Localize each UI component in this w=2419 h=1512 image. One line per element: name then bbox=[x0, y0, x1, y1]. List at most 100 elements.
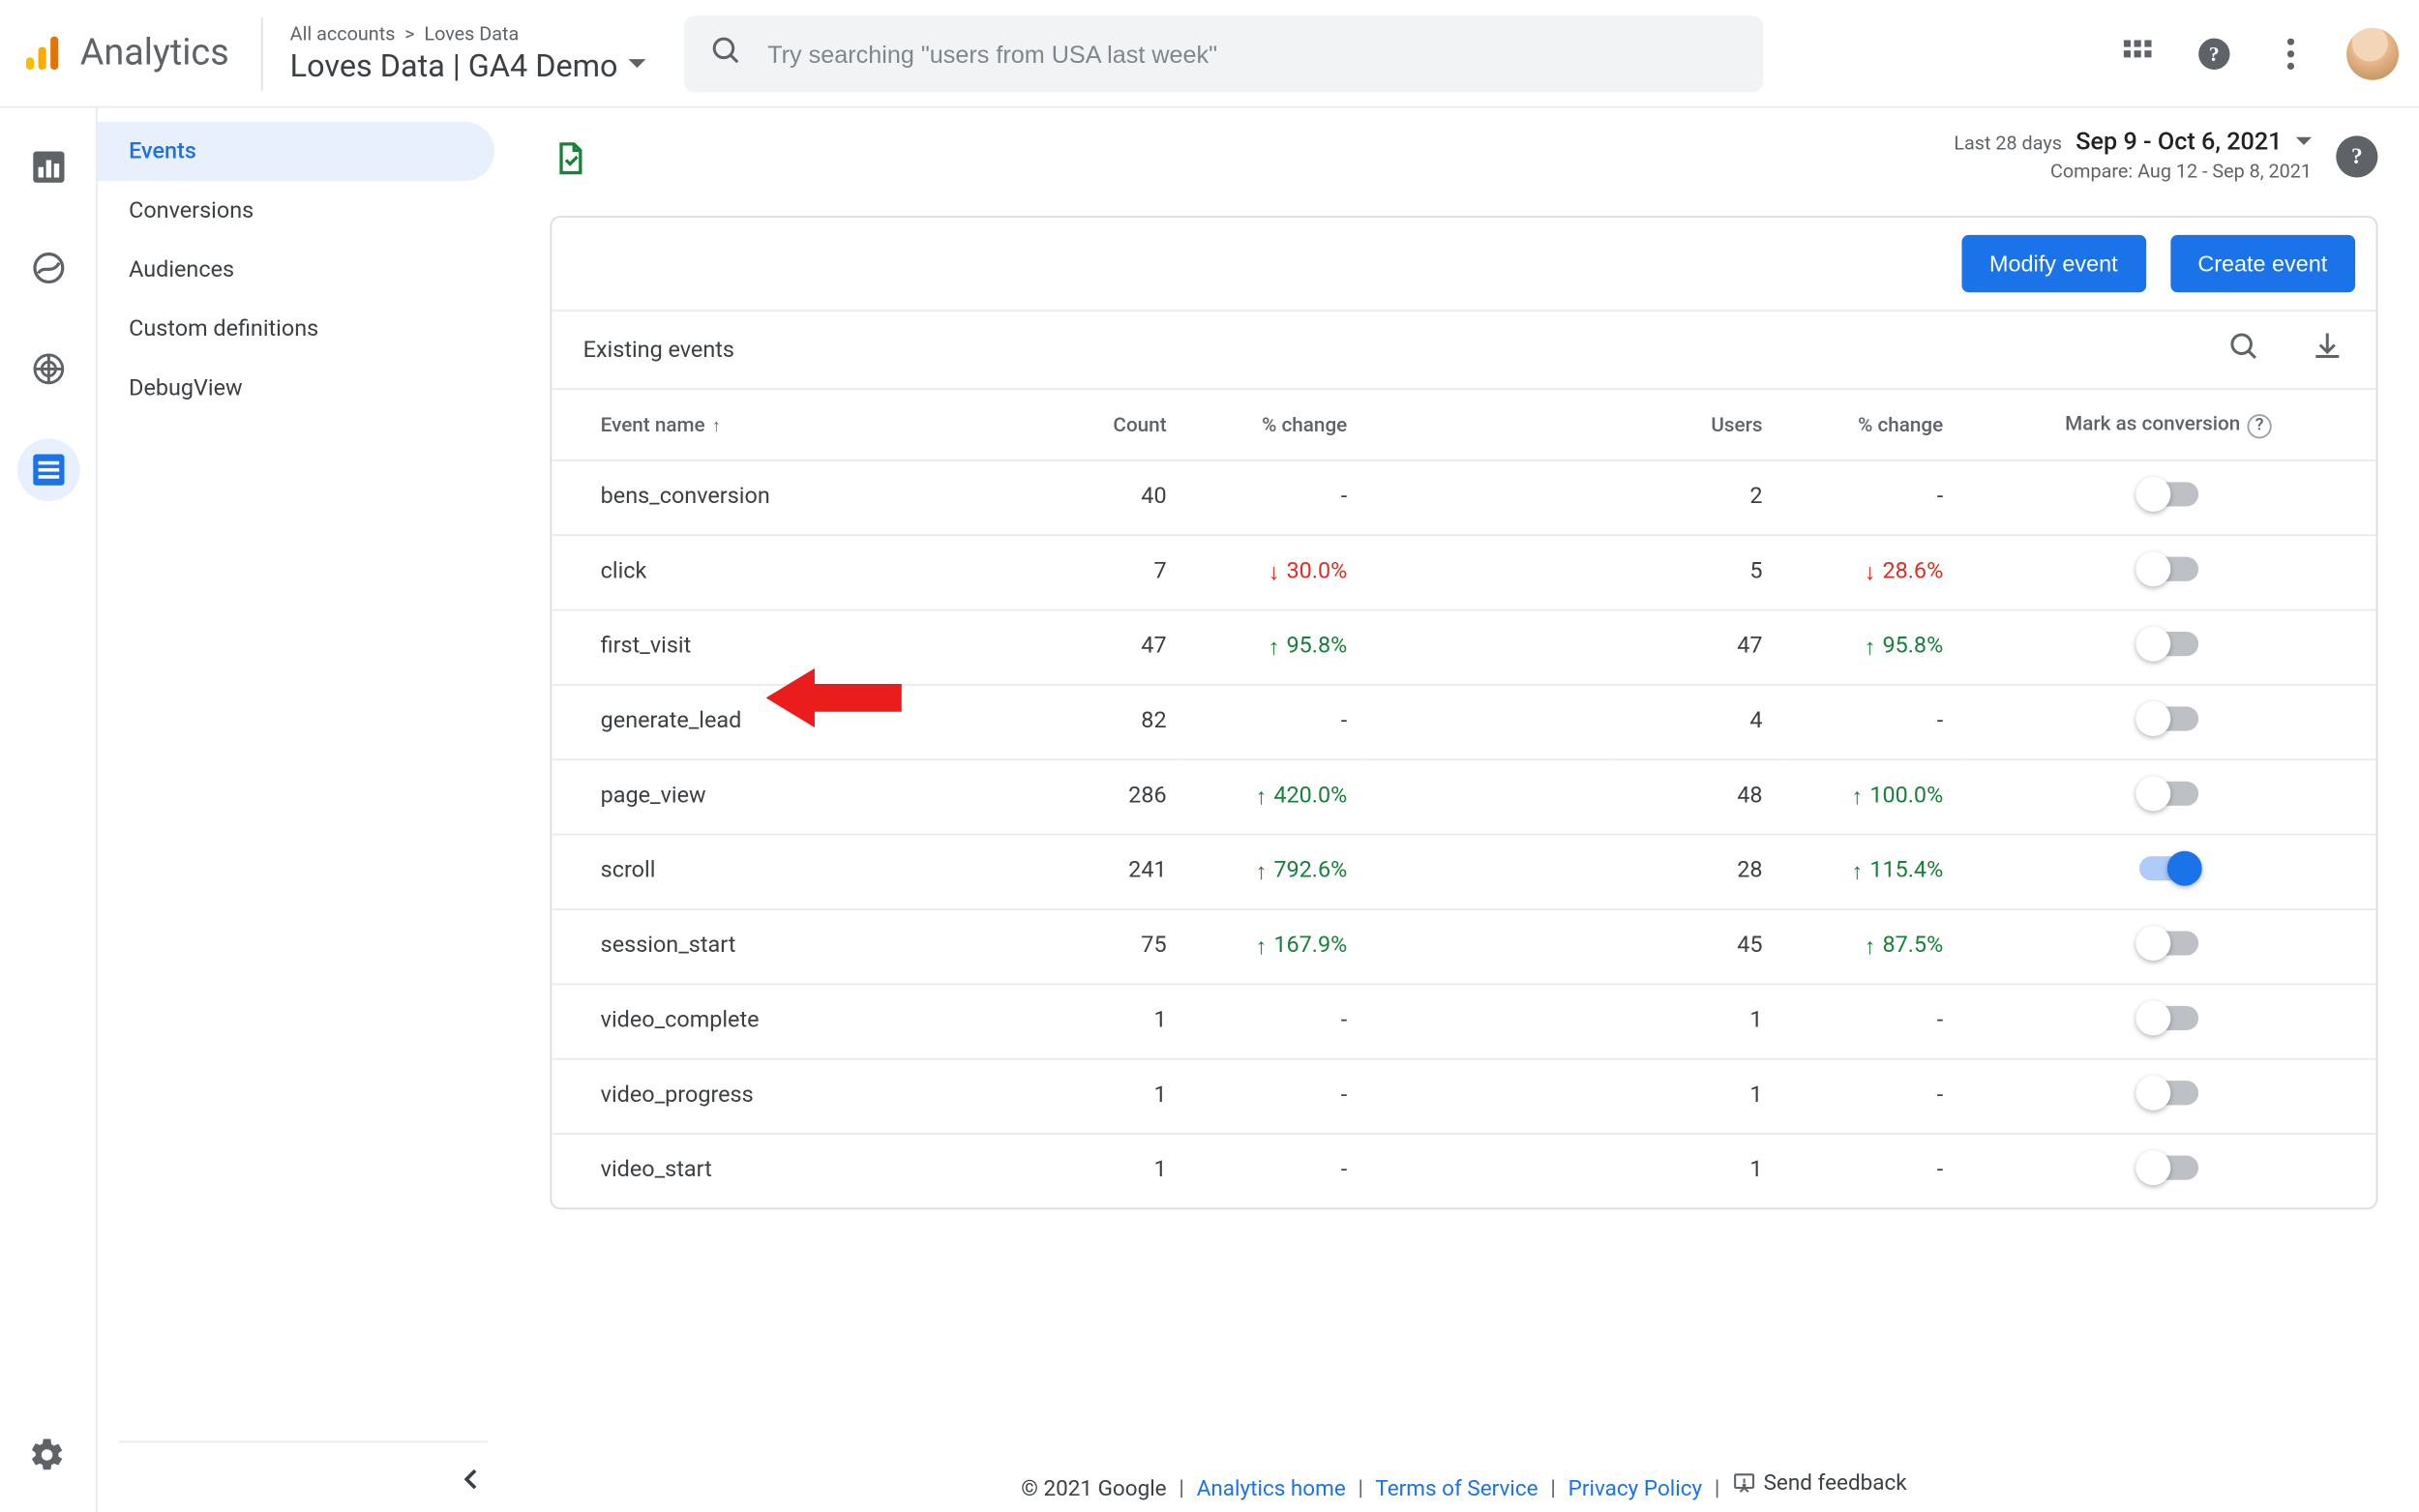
count-cell: 1 bbox=[1022, 983, 1184, 1057]
mark-conversion-cell bbox=[1960, 460, 2375, 534]
mark-conversion-cell bbox=[1960, 834, 2375, 908]
count-cell: 40 bbox=[1022, 460, 1184, 534]
feedback-icon[interactable]: Send feedback bbox=[1732, 1469, 1906, 1496]
section-title: Existing events bbox=[583, 337, 734, 363]
conversion-toggle[interactable] bbox=[2138, 781, 2197, 805]
event-name-cell[interactable]: video_progress bbox=[552, 1058, 1021, 1133]
date-range: Sep 9 - Oct 6, 2021 bbox=[2076, 129, 2282, 157]
count-cell: 286 bbox=[1022, 758, 1184, 833]
arrow-up-icon bbox=[1865, 932, 1876, 960]
count-change-cell: - bbox=[1184, 460, 1365, 534]
count-change-cell: 30.0% bbox=[1184, 534, 1365, 608]
analytics-logo[interactable]: Analytics bbox=[21, 16, 262, 90]
page-badge-icon bbox=[550, 139, 588, 185]
col-event-name[interactable]: Event name↑ bbox=[552, 390, 1021, 460]
col-change-count[interactable]: % change bbox=[1184, 390, 1365, 460]
rail-configure-icon[interactable] bbox=[16, 438, 79, 501]
table-search-icon[interactable] bbox=[2226, 329, 2261, 371]
conversion-toggle[interactable] bbox=[2138, 705, 2197, 729]
conversion-toggle[interactable] bbox=[2138, 1080, 2197, 1104]
event-name-cell[interactable]: scroll bbox=[552, 834, 1021, 908]
table-row[interactable]: video_start1-1- bbox=[552, 1133, 2375, 1206]
subnav-item-conversions[interactable]: Conversions bbox=[98, 181, 494, 240]
footer-link-analytics-home[interactable]: Analytics home bbox=[1197, 1476, 1346, 1502]
subnav-item-events[interactable]: Events bbox=[98, 122, 494, 181]
create-event-button[interactable]: Create event bbox=[2170, 235, 2355, 292]
event-name-cell[interactable]: video_start bbox=[552, 1133, 1021, 1206]
conversion-toggle[interactable] bbox=[2138, 556, 2197, 580]
subnav-item-audiences[interactable]: Audiences bbox=[98, 240, 494, 299]
table-row[interactable]: bens_conversion40-2- bbox=[552, 460, 2375, 534]
conversion-toggle[interactable] bbox=[2138, 631, 2197, 655]
users-change-cell: - bbox=[1780, 1058, 1961, 1133]
search-icon bbox=[708, 32, 743, 74]
date-picker[interactable]: Last 28 days Sep 9 - Oct 6, 2021 Compare… bbox=[1954, 129, 2312, 183]
sub-nav: EventsConversionsAudiencesCustom definit… bbox=[98, 108, 509, 1512]
event-name-cell[interactable]: click bbox=[552, 534, 1021, 608]
users-change-cell: 95.8% bbox=[1780, 609, 1961, 684]
admin-gear-icon[interactable] bbox=[28, 1436, 67, 1481]
users-change-cell: - bbox=[1780, 1133, 1961, 1206]
search-bar[interactable] bbox=[684, 15, 1763, 91]
arrow-up-icon bbox=[1255, 783, 1267, 811]
arrow-up-icon bbox=[1269, 633, 1280, 661]
search-input[interactable] bbox=[767, 39, 1739, 67]
rail-reports-icon[interactable] bbox=[16, 135, 79, 198]
conversion-toggle[interactable] bbox=[2138, 1155, 2197, 1179]
rail-advertising-icon[interactable] bbox=[16, 338, 79, 400]
svg-text:?: ? bbox=[2209, 42, 2220, 65]
arrow-down-icon bbox=[1269, 558, 1280, 586]
footer-link-privacy[interactable]: Privacy Policy bbox=[1568, 1476, 1702, 1502]
subnav-item-debugview[interactable]: DebugView bbox=[98, 359, 494, 418]
event-name-cell[interactable]: video_complete bbox=[552, 983, 1021, 1057]
event-name-cell[interactable]: first_visit bbox=[552, 609, 1021, 684]
more-vert-icon[interactable] bbox=[2270, 32, 2312, 74]
users-change-cell: 87.5% bbox=[1780, 908, 1961, 983]
users-change-cell: 100.0% bbox=[1780, 758, 1961, 833]
count-cell: 1 bbox=[1022, 1133, 1184, 1206]
table-row[interactable]: page_view286 420.0%48 100.0% bbox=[552, 758, 2375, 833]
table-row[interactable]: click7 30.0%5 28.6% bbox=[552, 534, 2375, 608]
avatar[interactable] bbox=[2346, 27, 2399, 79]
conversion-toggle[interactable] bbox=[2138, 931, 2197, 955]
conversion-toggle[interactable] bbox=[2138, 481, 2197, 505]
table-row[interactable]: video_progress1-1- bbox=[552, 1058, 2375, 1133]
event-name-cell[interactable]: page_view bbox=[552, 758, 1021, 833]
table-row[interactable]: session_start75 167.9%45 87.5% bbox=[552, 908, 2375, 983]
users-cell: 1 bbox=[1618, 1058, 1780, 1133]
event-name-cell[interactable]: session_start bbox=[552, 908, 1021, 983]
help-tooltip-icon[interactable]: ? bbox=[2248, 413, 2272, 437]
mark-conversion-cell bbox=[1960, 1133, 2375, 1206]
modify-event-button[interactable]: Modify event bbox=[1961, 235, 2145, 292]
mark-conversion-cell bbox=[1960, 684, 2375, 758]
rail-explore-icon[interactable] bbox=[16, 237, 79, 300]
footer-link-tos[interactable]: Terms of Service bbox=[1375, 1476, 1538, 1502]
conversion-toggle[interactable] bbox=[2138, 1005, 2197, 1029]
table-row[interactable]: video_complete1-1- bbox=[552, 983, 2375, 1057]
conversion-toggle[interactable] bbox=[2138, 855, 2197, 879]
date-prefix: Last 28 days bbox=[1954, 132, 2062, 154]
arrow-up-icon bbox=[1865, 633, 1876, 661]
date-compare: Compare: Aug 12 - Sep 8, 2021 bbox=[2050, 161, 2312, 183]
table-row[interactable]: generate_lead82-4- bbox=[552, 684, 2375, 758]
property-selector[interactable]: All accounts > Loves Data Loves Data | G… bbox=[290, 21, 646, 84]
col-count[interactable]: Count bbox=[1022, 390, 1184, 460]
apps-grid-icon[interactable] bbox=[2117, 32, 2159, 74]
mark-conversion-cell bbox=[1960, 534, 2375, 608]
event-name-cell[interactable]: bens_conversion bbox=[552, 460, 1021, 534]
event-name-cell[interactable]: generate_lead bbox=[552, 684, 1021, 758]
help-icon[interactable]: ? bbox=[2194, 32, 2235, 74]
count-cell: 82 bbox=[1022, 684, 1184, 758]
download-icon[interactable] bbox=[2310, 329, 2344, 371]
col-change-users[interactable]: % change bbox=[1780, 390, 1961, 460]
collapse-nav-icon[interactable] bbox=[456, 1464, 487, 1502]
users-cell: 45 bbox=[1618, 908, 1780, 983]
col-users[interactable]: Users bbox=[1618, 390, 1780, 460]
table-row[interactable]: scroll241 792.6%28 115.4% bbox=[552, 834, 2375, 908]
arrow-up-icon bbox=[1851, 783, 1863, 811]
sort-asc-icon: ↑ bbox=[712, 417, 721, 436]
subnav-item-custom-definitions[interactable]: Custom definitions bbox=[98, 299, 494, 358]
count-cell: 7 bbox=[1022, 534, 1184, 608]
table-row[interactable]: first_visit47 95.8%47 95.8% bbox=[552, 609, 2375, 684]
info-icon[interactable]: ? bbox=[2336, 134, 2377, 176]
